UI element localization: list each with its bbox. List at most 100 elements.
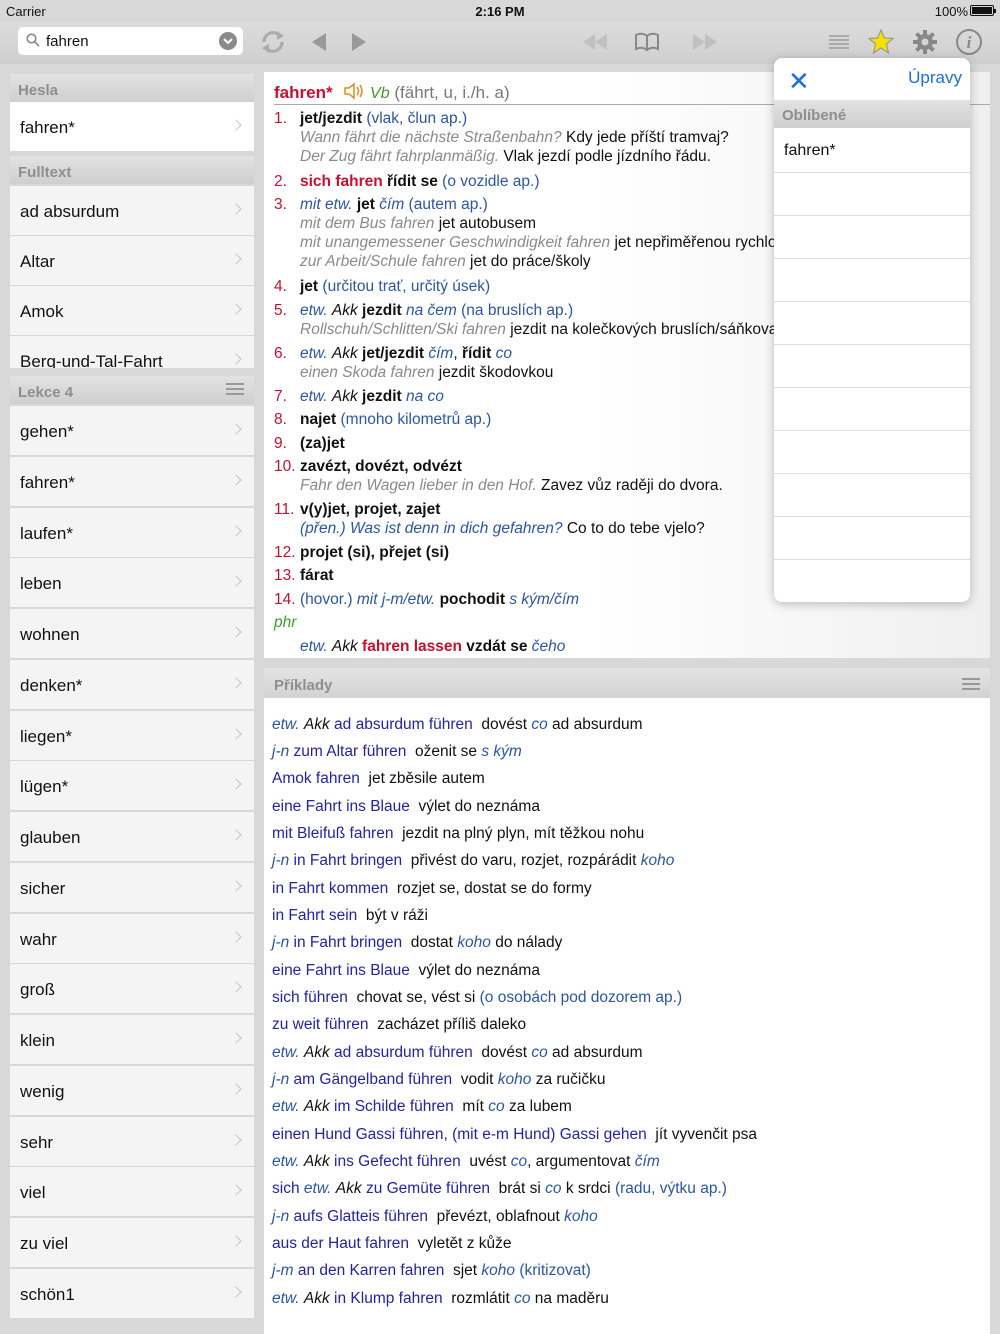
chevron-right-icon: [230, 474, 242, 486]
list-item[interactable]: Amok: [10, 286, 254, 336]
entry-header: fahren* Vb (fährt, u, i./h. a): [274, 82, 510, 103]
menu-icon[interactable]: [226, 383, 244, 395]
gear-icon[interactable]: [910, 27, 940, 57]
list-item[interactable]: denken*: [10, 660, 254, 710]
chevron-right-icon: [230, 1083, 242, 1095]
list-item[interactable]: Altar: [10, 236, 254, 286]
list-item[interactable]: lügen*: [10, 761, 254, 811]
empty-row: [774, 431, 970, 474]
example-row[interactable]: in Fahrt sein být v ráži: [272, 907, 428, 925]
list-item-label: sehr: [20, 1133, 54, 1152]
chevron-right-icon: [230, 575, 242, 587]
list-item[interactable]: laufen*: [10, 508, 254, 558]
list-item[interactable]: fahren*: [10, 102, 254, 152]
list-item[interactable]: liegen*: [10, 711, 254, 761]
example-row[interactable]: j-n in Fahrt bringen přivést do varu, ro…: [272, 852, 674, 870]
favorites-popover: ✕ Úpravy Oblíbené fahren*: [774, 58, 970, 602]
list-item[interactable]: ad absurdum: [10, 186, 254, 236]
example-row[interactable]: Amok fahren jet zběsile autem: [272, 770, 485, 788]
swap-icon[interactable]: [258, 27, 288, 57]
chevron-right-icon: [230, 1286, 242, 1298]
list-item-label: zu viel: [20, 1234, 69, 1253]
example-row[interactable]: j-n in Fahrt bringen dostat koho do nála…: [272, 934, 562, 952]
example-row[interactable]: eine Fahrt ins Blaue výlet do neznáma: [272, 962, 540, 980]
list-item[interactable]: sicher: [10, 863, 254, 913]
chevron-right-icon: [230, 880, 242, 892]
example-row[interactable]: zu weit führen zacházet příliš daleko: [272, 1016, 526, 1034]
chevron-right-icon: [230, 119, 242, 131]
example-row[interactable]: sich etw. Akk zu Gemüte führen brát si c…: [272, 1180, 727, 1198]
search-input[interactable]: [46, 31, 206, 51]
menu-icon[interactable]: [962, 678, 980, 690]
edit-button[interactable]: Úpravy: [908, 68, 962, 88]
verb-forms: (fährt, u, i./h. a): [394, 83, 510, 102]
chevron-right-icon: [230, 778, 242, 790]
list-item-label: denken*: [20, 676, 83, 695]
list-item[interactable]: wenig: [10, 1066, 254, 1116]
list-item[interactable]: wohnen: [10, 609, 254, 659]
list-item[interactable]: sehr: [10, 1117, 254, 1167]
example-row[interactable]: j-n zum Altar führen oženit se s kým: [272, 743, 522, 761]
list-item-label: lügen*: [20, 777, 69, 796]
list-item[interactable]: leben: [10, 558, 254, 608]
chevron-right-icon: [230, 253, 242, 265]
examples-header: Příklady: [264, 668, 990, 698]
example-row[interactable]: etw. Akk ad absurdum führen dovést co ad…: [272, 1044, 643, 1062]
svg-text:i: i: [967, 33, 972, 52]
example-row[interactable]: etw. Akk ad absurdum führen dovést co ad…: [272, 716, 643, 734]
sense: 1. jet/jezdit (vlak, člun ap.) Wann fährt …: [274, 110, 729, 165]
examples-list[interactable]: etw. Akk ad absurdum führen dovést co ad…: [264, 698, 990, 1334]
search-box[interactable]: [18, 27, 243, 55]
chevron-right-icon: [230, 303, 242, 315]
example-row[interactable]: j-m an den Karren fahren sjet koho (krit…: [272, 1262, 591, 1280]
sense: 5. etw. Akk jezdit na čem (na bruslích ap…: [274, 302, 782, 338]
list-item[interactable]: groß: [10, 964, 254, 1014]
example-row[interactable]: in Fahrt kommen rozjet se, dostat se do …: [272, 880, 592, 898]
example-row[interactable]: eine Fahrt ins Blaue výlet do neznáma: [272, 798, 540, 816]
info-icon[interactable]: i: [954, 27, 984, 57]
list-item[interactable]: gehen*: [10, 406, 254, 456]
list-item[interactable]: schön1: [10, 1269, 254, 1319]
chevron-right-icon: [230, 728, 242, 740]
fulltext-list[interactable]: ad absurdum Altar Amok Berg-und-Tal-Fahr…: [0, 184, 260, 368]
clock: 2:16 PM: [475, 4, 525, 19]
list-item[interactable]: zu viel: [10, 1218, 254, 1268]
list-item[interactable]: klein: [10, 1015, 254, 1065]
list-item[interactable]: wahr: [10, 914, 254, 964]
list-item[interactable]: Berg-und-Tal-Fahrt: [10, 336, 254, 368]
sense: etw. Akk fahren lassen vzdát se čeho: [300, 638, 566, 655]
example-row[interactable]: sich führen chovat se, vést si (o osobác…: [272, 989, 682, 1007]
list-item-label: Altar: [20, 252, 55, 271]
list-item[interactable]: glauben: [10, 812, 254, 862]
example-row[interactable]: etw. Akk ins Gefecht führen uvést co, ar…: [272, 1153, 660, 1171]
example-row[interactable]: einen Hund Gassi führen, (mit e-m Hund) …: [272, 1126, 757, 1144]
back-icon[interactable]: [304, 27, 334, 57]
example-row[interactable]: aus der Haut fahren vyletět z kůže: [272, 1235, 512, 1253]
speaker-icon[interactable]: [343, 82, 365, 100]
chevron-right-icon: [230, 1184, 242, 1196]
list-item[interactable]: viel: [10, 1167, 254, 1217]
list-icon[interactable]: [824, 27, 854, 57]
search-dropdown-button[interactable]: [219, 32, 237, 50]
star-icon[interactable]: [866, 27, 896, 57]
forward-icon[interactable]: [344, 27, 374, 57]
example-row[interactable]: j-n aufs Glatteis führen převézt, oblafn…: [272, 1208, 598, 1226]
example-row[interactable]: etw. Akk in Klump fahren rozmlátit co na…: [272, 1290, 609, 1308]
list-item[interactable]: fahren*: [10, 457, 254, 507]
close-icon[interactable]: ✕: [788, 66, 810, 97]
lekce-list[interactable]: gehen* fahren* laufen* leben wohnen denk…: [0, 406, 260, 1334]
favorite-item[interactable]: fahren*: [774, 130, 970, 173]
list-item-label: wenig: [20, 1082, 65, 1101]
sense: 4. jet (určitou trať, určitý úsek): [274, 278, 491, 295]
sense: 11. v(y)jet, projet, zajet (přen.) Was ist…: [274, 501, 705, 537]
sense: 12. projet (si), přejet (si): [274, 544, 449, 561]
list-item-label: liegen*: [20, 727, 72, 746]
fast-forward-icon[interactable]: [690, 27, 720, 57]
book-icon[interactable]: [632, 27, 662, 57]
example-row[interactable]: mit Bleifuß fahren jezdit na plný plyn, …: [272, 825, 644, 843]
example-row[interactable]: j-n am Gängelband führen vodit koho za r…: [272, 1071, 606, 1089]
example-row[interactable]: etw. Akk im Schilde führen mít co za lub…: [272, 1098, 572, 1116]
list-item-label: ad absurdum: [20, 202, 120, 221]
rewind-icon[interactable]: [580, 27, 610, 57]
sense: 7. etw. Akk jezdit na co: [274, 388, 444, 405]
